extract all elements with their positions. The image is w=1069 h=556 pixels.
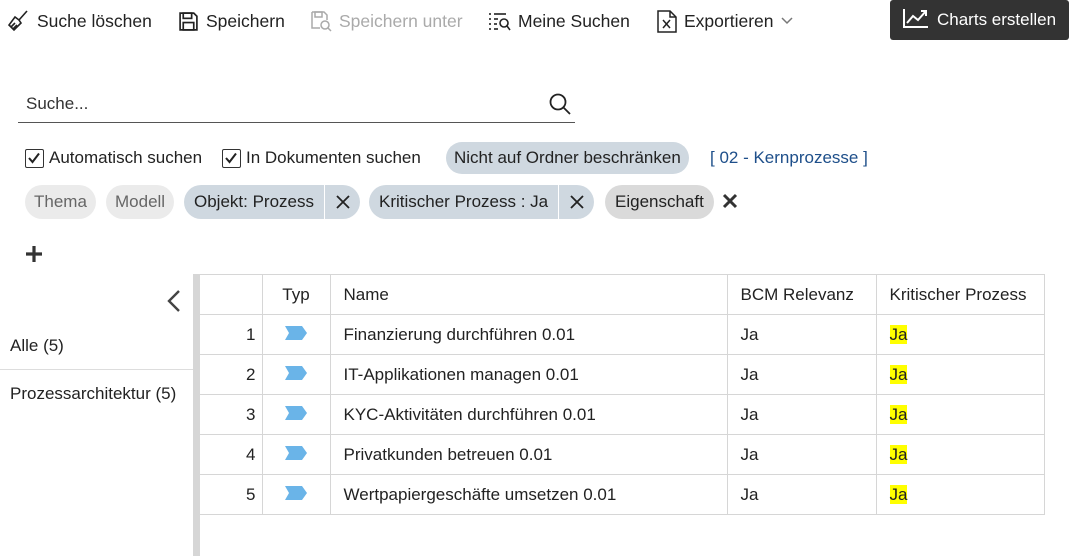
bcm-relevance-value: Ja bbox=[726, 394, 877, 435]
row-number: 3 bbox=[200, 394, 263, 435]
row-number: 2 bbox=[200, 354, 263, 395]
filter-chip-model[interactable]: Modell bbox=[106, 185, 175, 219]
property-filter-chip[interactable]: Eigenschaft bbox=[605, 185, 714, 219]
bcm-relevance-value: Ja bbox=[726, 474, 877, 515]
active-filter-object[interactable]: Objekt: Prozess bbox=[184, 185, 360, 219]
remove-filter-icon[interactable] bbox=[558, 185, 594, 219]
critical-process-value: Ja bbox=[889, 324, 908, 344]
active-filter-label: Objekt: Prozess bbox=[194, 192, 314, 211]
filter-chip-label: Thema bbox=[34, 192, 87, 211]
create-charts-label: Charts erstellen bbox=[937, 10, 1057, 29]
my-searches-button[interactable]: Meine Suchen bbox=[488, 9, 630, 33]
search-options: Automatisch suchen In Dokumenten suchen … bbox=[25, 142, 1065, 174]
my-searches-label: Meine Suchen bbox=[518, 10, 630, 31]
table-row[interactable]: 5 Wertpapiergeschäfte umsetzen 0.01 Ja J… bbox=[200, 474, 1045, 515]
process-arrow-icon bbox=[285, 485, 307, 504]
sidebar-item-process-architecture[interactable]: Prozessarchitektur (5) bbox=[0, 374, 193, 414]
checkbox-checked-icon bbox=[222, 148, 241, 168]
export-label: Exportieren bbox=[684, 10, 774, 31]
add-filter-icon[interactable] bbox=[25, 245, 43, 268]
process-name[interactable]: Privatkunden betreuen 0.01 bbox=[329, 434, 728, 475]
export-button[interactable]: Exportieren bbox=[657, 9, 793, 33]
row-number: 5 bbox=[200, 474, 263, 515]
process-arrow-icon bbox=[285, 325, 307, 344]
column-header-index[interactable] bbox=[200, 274, 263, 315]
table-row[interactable]: 2 IT-Applikationen managen 0.01 Ja Ja bbox=[200, 354, 1045, 395]
save-label: Speichern bbox=[206, 10, 285, 31]
save-icon bbox=[178, 11, 199, 32]
critical-process-value: Ja bbox=[889, 364, 908, 384]
search-bar bbox=[18, 86, 575, 123]
filter-chip-topic[interactable]: Thema bbox=[25, 185, 96, 219]
process-arrow-icon bbox=[285, 405, 307, 424]
row-number: 4 bbox=[200, 434, 263, 475]
bcm-relevance-value: Ja bbox=[726, 314, 877, 355]
folder-link[interactable]: [ 02 - Kernprozesse ] bbox=[710, 148, 868, 168]
critical-process-value: Ja bbox=[889, 484, 908, 504]
clear-filters-icon[interactable] bbox=[722, 193, 738, 214]
toolbar: Suche löschen Speichern Speichern unter … bbox=[0, 0, 1069, 42]
clear-search-button[interactable]: Suche löschen bbox=[6, 9, 152, 33]
bcm-relevance-value: Ja bbox=[726, 434, 877, 475]
search-in-documents-label: In Dokumenten suchen bbox=[246, 148, 421, 167]
create-charts-button[interactable]: Charts erstellen bbox=[890, 0, 1069, 40]
property-filter-label: Eigenschaft bbox=[615, 192, 704, 211]
search-in-documents-checkbox[interactable]: In Dokumenten suchen bbox=[222, 148, 421, 168]
process-arrow-icon bbox=[285, 365, 307, 384]
search-icon[interactable] bbox=[548, 92, 572, 121]
filter-chips: Thema Modell Objekt: Prozess Kritischer … bbox=[25, 185, 1065, 219]
critical-process-value: Ja bbox=[889, 404, 908, 424]
broom-icon bbox=[6, 9, 30, 33]
active-filter-label: Kritischer Prozess : Ja bbox=[379, 192, 549, 211]
bcm-relevance-value: Ja bbox=[726, 354, 877, 395]
save-as-label: Speichern unter bbox=[339, 10, 463, 31]
column-header-name[interactable]: Name bbox=[329, 274, 728, 315]
search-input[interactable] bbox=[26, 90, 526, 118]
process-name[interactable]: Finanzierung durchführen 0.01 bbox=[329, 314, 728, 355]
line-chart-icon bbox=[903, 8, 929, 33]
remove-filter-icon[interactable] bbox=[324, 185, 360, 219]
column-header-bcm-relevance[interactable]: BCM Relevanz bbox=[726, 274, 877, 315]
results-table: Typ Name BCM Relevanz Kritischer Prozess… bbox=[200, 274, 1045, 515]
saved-searches-icon bbox=[488, 11, 511, 31]
auto-search-label: Automatisch suchen bbox=[49, 148, 203, 167]
process-name[interactable]: Wertpapiergeschäfte umsetzen 0.01 bbox=[329, 474, 728, 515]
process-name[interactable]: IT-Applikationen managen 0.01 bbox=[329, 354, 728, 395]
chevron-down-icon bbox=[780, 17, 793, 25]
clear-search-label: Suche löschen bbox=[37, 10, 152, 31]
category-sidebar: Alle (5) Prozessarchitektur (5) bbox=[0, 274, 193, 556]
chevron-left-icon[interactable] bbox=[167, 290, 181, 317]
save-button[interactable]: Speichern bbox=[178, 9, 285, 33]
save-as-button[interactable]: Speichern unter bbox=[310, 9, 463, 33]
table-header-row: Typ Name BCM Relevanz Kritischer Prozess bbox=[200, 274, 1045, 315]
critical-process-value: Ja bbox=[889, 444, 908, 464]
table-row[interactable]: 3 KYC-Aktivitäten durchführen 0.01 Ja Ja bbox=[200, 394, 1045, 435]
save-as-icon bbox=[310, 10, 332, 32]
filter-chip-label: Modell bbox=[115, 192, 166, 211]
checkbox-checked-icon bbox=[25, 148, 44, 168]
row-number: 1 bbox=[200, 314, 263, 355]
table-row[interactable]: 4 Privatkunden betreuen 0.01 Ja Ja bbox=[200, 434, 1045, 475]
process-arrow-icon bbox=[285, 445, 307, 464]
auto-search-checkbox[interactable]: Automatisch suchen bbox=[25, 148, 202, 168]
column-header-critical-process[interactable]: Kritischer Prozess bbox=[875, 274, 1045, 315]
column-header-type[interactable]: Typ bbox=[261, 274, 331, 315]
table-row[interactable]: 1 Finanzierung durchführen 0.01 Ja Ja bbox=[200, 314, 1045, 355]
active-filter-critical[interactable]: Kritischer Prozess : Ja bbox=[369, 185, 595, 219]
folder-restriction-toggle[interactable]: Nicht auf Ordner beschränken bbox=[446, 142, 689, 174]
process-name[interactable]: KYC-Aktivitäten durchführen 0.01 bbox=[329, 394, 728, 435]
sidebar-item-all[interactable]: Alle (5) bbox=[0, 324, 193, 370]
excel-file-icon bbox=[657, 9, 677, 33]
panel-splitter[interactable] bbox=[193, 274, 200, 556]
